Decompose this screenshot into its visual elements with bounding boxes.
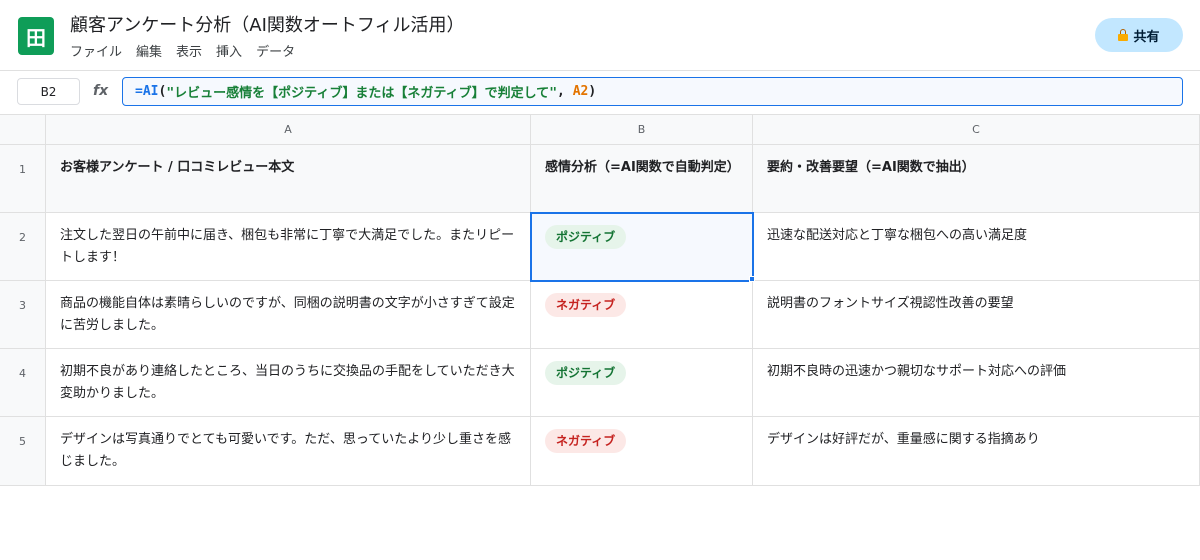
formula-comma: , xyxy=(557,84,573,99)
share-button-label: 共有 xyxy=(1133,29,1160,45)
cell-c1[interactable]: 要約・改善要望（=AI関数で抽出） xyxy=(753,145,1200,213)
spreadsheet-grid: A B C 1 お客様アンケート / 口コミレビュー本文 感情分析（=AI関数で… xyxy=(0,114,1200,486)
column-header-c[interactable]: C xyxy=(753,115,1200,145)
sentiment-badge: ポジティブ xyxy=(545,361,627,385)
cell-a3[interactable]: 商品の機能自体は素晴らしいのですが、同梱の説明書の文字が小さすぎて設定に苦労しま… xyxy=(46,281,531,349)
cell-b4[interactable]: ポジティブ xyxy=(531,349,753,417)
formula-function: =AI xyxy=(135,84,159,99)
corner-cell[interactable] xyxy=(0,115,46,145)
menu-bar: ファイル 編集 表示 挿入 データ xyxy=(70,41,295,60)
row-header-4[interactable]: 4 xyxy=(0,349,46,417)
cell-b3[interactable]: ネガティブ xyxy=(531,281,753,349)
row-header-1[interactable]: 1 xyxy=(0,145,46,213)
name-box[interactable]: B2 xyxy=(17,78,80,105)
menu-file[interactable]: ファイル xyxy=(70,41,122,60)
column-header-b[interactable]: B xyxy=(531,115,753,145)
cell-a4[interactable]: 初期不良があり連絡したところ、当日のうちに交換品の手配をしていただき大変助かりま… xyxy=(46,349,531,417)
sentiment-badge: ネガティブ xyxy=(545,429,627,453)
header-divider xyxy=(0,70,1200,71)
app-header: 田 顧客アンケート分析（AI関数オートフィル活用） ファイル 編集 表示 挿入 … xyxy=(0,0,1200,70)
fx-icon: fx xyxy=(93,83,109,99)
cell-a1[interactable]: お客様アンケート / 口コミレビュー本文 xyxy=(46,145,531,213)
cell-c3[interactable]: 説明書のフォントサイズ視認性改善の要望 xyxy=(753,281,1200,349)
cell-b2[interactable]: ポジティブ xyxy=(530,212,754,282)
document-title[interactable]: 顧客アンケート分析（AI関数オートフィル活用） xyxy=(70,11,465,37)
cell-b5[interactable]: ネガティブ xyxy=(531,417,753,486)
formula-prompt-string: "レビュー感情を【ポジティブ】または【ネガティブ】で判定して" xyxy=(166,86,558,101)
spreadsheet-app-icon[interactable]: 田 xyxy=(18,17,54,55)
row-header-3[interactable]: 3 xyxy=(0,281,46,349)
cell-b1[interactable]: 感情分析（=AI関数で自動判定） xyxy=(531,145,753,213)
cell-c5[interactable]: デザインは好評だが、重量感に関する指摘あり xyxy=(753,417,1200,486)
menu-view[interactable]: 表示 xyxy=(176,41,202,60)
formula-input[interactable]: =AI("レビュー感情を【ポジティブ】または【ネガティブ】で判定して", A2) xyxy=(122,77,1183,106)
formula-close-paren: ) xyxy=(588,84,597,99)
sentiment-badge: ポジティブ xyxy=(545,225,627,249)
menu-data[interactable]: データ xyxy=(256,41,295,60)
menu-edit[interactable]: 編集 xyxy=(136,41,162,60)
lock-icon xyxy=(1118,29,1129,41)
formula-open-paren: ( xyxy=(158,84,167,99)
menu-insert[interactable]: 挿入 xyxy=(216,41,242,60)
row-header-2[interactable]: 2 xyxy=(0,213,46,281)
cell-a5[interactable]: デザインは写真通りでとても可愛いです。ただ、思っていたより少し重さを感じました。 xyxy=(46,417,531,486)
row-header-5[interactable]: 5 xyxy=(0,417,46,486)
column-header-a[interactable]: A xyxy=(46,115,531,145)
cell-c4[interactable]: 初期不良時の迅速かつ親切なサポート対応への評価 xyxy=(753,349,1200,417)
share-button[interactable]: 共有 xyxy=(1095,18,1183,52)
fill-handle[interactable] xyxy=(749,276,755,282)
formula-cell-ref: A2 xyxy=(572,84,589,99)
sentiment-badge: ネガティブ xyxy=(545,293,627,317)
cell-a2[interactable]: 注文した翌日の午前中に届き、梱包も非常に丁寧で大満足でした。またリピートします！ xyxy=(46,213,531,281)
cell-c2[interactable]: 迅速な配送対応と丁寧な梱包への高い満足度 xyxy=(753,213,1200,281)
